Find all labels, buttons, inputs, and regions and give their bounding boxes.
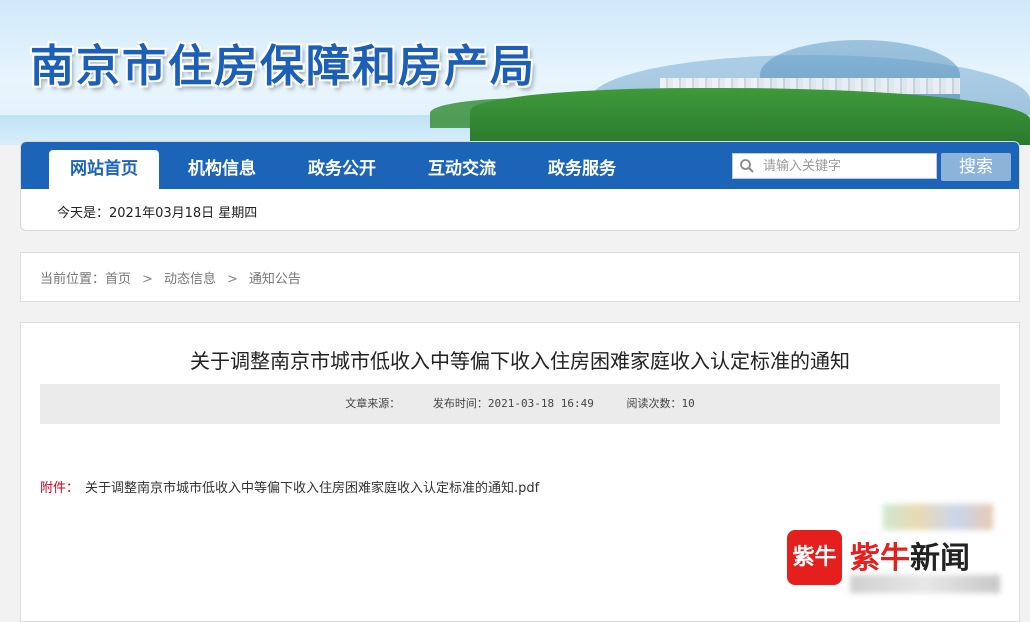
breadcrumb-home[interactable]: 首页: [105, 272, 131, 287]
breadcrumb: 当前位置：首页 > 动态信息 > 通知公告: [20, 252, 1020, 302]
site-title: 南京市住房保障和房产局: [30, 41, 536, 92]
header-banner: 南京市住房保障和房产局: [0, 0, 1030, 145]
article-meta: 文章来源： 发布时间：2021-03-18 16:49 阅读次数：10: [40, 384, 1000, 424]
nav-item-organization[interactable]: 机构信息: [167, 150, 277, 189]
nav-item-home[interactable]: 网站首页: [49, 150, 159, 189]
watermark-logo: 紫牛: [787, 530, 842, 585]
search-input[interactable]: [763, 156, 933, 176]
main-navbar: 网站首页 机构信息 政务公开 互动交流 政务服务 搜索: [21, 142, 1019, 189]
attachment-link[interactable]: 关于调整南京市城市低收入中等偏下收入住房困难家庭收入认定标准的通知.pdf: [85, 481, 539, 496]
article-source: 文章来源：: [345, 397, 401, 410]
watermark-brand: 紫牛新闻: [850, 541, 970, 576]
nav-item-government-affairs[interactable]: 政务公开: [287, 150, 397, 189]
watermark-blur-bottom: [850, 575, 1000, 593]
breadcrumb-separator: >: [226, 272, 238, 287]
search-button[interactable]: 搜索: [941, 153, 1011, 181]
search-box: [732, 153, 937, 179]
search-icon: [740, 159, 754, 173]
article-read-count: 阅读次数：10: [626, 397, 695, 410]
nav-item-interaction[interactable]: 互动交流: [407, 150, 517, 189]
breadcrumb-separator: >: [142, 272, 153, 287]
breadcrumb-notices[interactable]: 通知公告: [249, 272, 301, 287]
date-display: 今天是：2021年03月18日 星期四: [57, 206, 258, 221]
nav-container: 网站首页 机构信息 政务公开 互动交流 政务服务 搜索 今天是：2021年03月…: [20, 141, 1020, 231]
nav-item-services[interactable]: 政务服务: [527, 150, 637, 189]
article-title: 关于调整南京市城市低收入中等偏下收入住房困难家庭收入认定标准的通知: [190, 349, 850, 373]
breadcrumb-news[interactable]: 动态信息: [164, 272, 216, 287]
watermark-blur-top: [883, 504, 993, 530]
breadcrumb-prefix: 当前位置：: [40, 272, 106, 287]
attachment-line: 附件： 关于调整南京市城市低收入中等偏下收入住房困难家庭收入认定标准的通知.pdf: [40, 477, 539, 496]
article-publish-time: 发布时间：2021-03-18 16:49: [432, 397, 594, 410]
attachment-label: 附件：: [40, 481, 80, 496]
